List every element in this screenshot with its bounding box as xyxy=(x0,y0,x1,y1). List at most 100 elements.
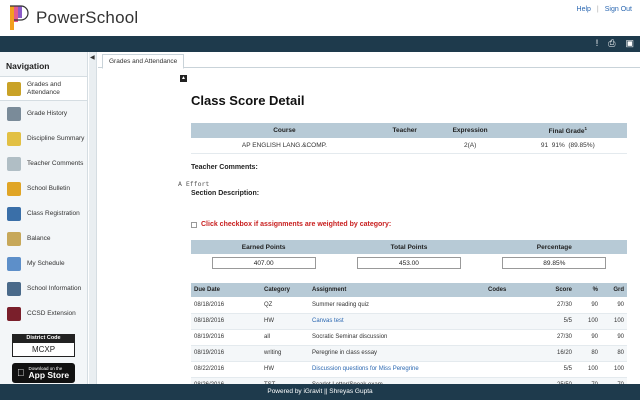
print-icon[interactable]: ⎙ xyxy=(608,38,615,49)
course-name: AP ENGLISH LANG.&COMP. xyxy=(191,138,378,154)
assignment-score: 25/50 xyxy=(535,377,575,384)
sidebar-item-label: School Information xyxy=(27,284,82,292)
assignment-score: 5/5 xyxy=(535,313,575,330)
sidebar-item-my-schedule[interactable]: My Schedule xyxy=(0,251,87,276)
info-icon xyxy=(7,281,21,296)
sidebar-item-label: Discipline Summary xyxy=(27,134,85,142)
expand-toggle-icon[interactable]: ▲ xyxy=(180,75,187,82)
assignment-codes xyxy=(485,297,535,314)
sidebar-item-school-information[interactable]: School Information xyxy=(0,276,87,301)
app-store-badge[interactable]:  Download on the App Store xyxy=(12,363,75,383)
assignment-name: Summer reading quiz xyxy=(309,297,485,314)
final-grade-footnote: 1 xyxy=(584,125,587,131)
assignment-score: 27/30 xyxy=(535,297,575,314)
history-icon xyxy=(7,106,21,121)
assignment-grade: 90 xyxy=(601,297,627,314)
percent-header[interactable]: % xyxy=(575,283,601,297)
powerschool-logo[interactable]: PowerSchool xyxy=(8,4,138,32)
page-title: Class Score Detail xyxy=(191,93,305,108)
earned-points-value: 407.00 xyxy=(211,257,316,269)
assignment-due-date: 08/18/2016 xyxy=(191,313,261,330)
sidebar-item-class-registration[interactable]: Class Registration xyxy=(0,201,87,226)
sidebar-item-grade-history[interactable]: Grade History xyxy=(0,101,87,126)
navigation-title: Navigation xyxy=(6,61,50,71)
navigation-sidebar: Navigation Grades and Attendance Grade Hi… xyxy=(0,52,88,384)
sidebar-item-school-bulletin[interactable]: School Bulletin xyxy=(0,176,87,201)
sidebar-item-balance[interactable]: Balance xyxy=(0,226,87,251)
assignment-percent: 90 xyxy=(575,297,601,314)
sidebar-item-label: School Bulletin xyxy=(27,184,70,192)
weighted-checkbox-label: Click checkbox if assignments are weight… xyxy=(201,221,392,228)
assignment-codes xyxy=(485,361,535,378)
district-code-box: District Code MCXP xyxy=(12,334,75,357)
sign-out-link[interactable]: Sign Out xyxy=(605,6,632,13)
assignments-table: Due Date Category Assignment Codes Score… xyxy=(191,283,627,384)
sidebar-item-label: Balance xyxy=(27,234,51,242)
teacher-comments-label: Teacher Comments: xyxy=(191,164,258,171)
assignment-due-date: 08/26/2016 xyxy=(191,377,261,384)
percentage-value: 89.85% xyxy=(502,257,607,269)
sidebar-item-teacher-comments[interactable]: Teacher Comments xyxy=(0,151,87,176)
assignment-row: 08/22/2016 HW Discussion questions for Mis… xyxy=(191,361,627,378)
sidebar-item-discipline-summary[interactable]: Discipline Summary xyxy=(0,126,87,151)
collapse-arrow-icon[interactable]: ◀ xyxy=(90,54,95,61)
sidebar-item-grades-and-attendance[interactable]: Grades and Attendance xyxy=(0,76,87,101)
fullscreen-icon[interactable]: ▣ xyxy=(625,38,634,49)
earned-points-cell: 407.00 xyxy=(191,254,336,272)
final-grade-label: Final Grade xyxy=(548,128,585,136)
assignment-category: all xyxy=(261,329,309,346)
assignment-category: QZ xyxy=(261,297,309,314)
category-header[interactable]: Category xyxy=(261,283,309,297)
sidebar-collapse-strip[interactable]: ◀ xyxy=(89,52,97,384)
bulletin-icon xyxy=(7,181,21,196)
assignment-percent: 100 xyxy=(575,361,601,378)
grades-icon xyxy=(7,81,21,96)
final-grade-value: 91 91% (89.85%) xyxy=(508,138,627,154)
assignment-category: HW xyxy=(261,313,309,330)
alert-icon[interactable]: ! xyxy=(596,38,599,49)
total-points-cell: 453.00 xyxy=(336,254,481,272)
help-link[interactable]: Help xyxy=(577,6,591,13)
assignment-grade: 90 xyxy=(601,329,627,346)
assignment-due-date: 08/19/2016 xyxy=(191,329,261,346)
assignment-name[interactable]: Discussion questions for Miss Peregrine xyxy=(309,361,485,378)
sidebar-item-label: Grades and Attendance xyxy=(27,81,61,96)
footer: Powered by iGravit || Shreyas Gupta xyxy=(0,384,640,400)
top-header: PowerSchool Help | Sign Out xyxy=(0,0,640,36)
final-grade-header: Final Grade1 xyxy=(508,123,627,138)
assignment-category: writing xyxy=(261,345,309,362)
apple-icon:  xyxy=(17,368,25,379)
assignment-codes xyxy=(485,377,535,384)
grade-header[interactable]: Grd xyxy=(601,283,627,297)
brand-name: PowerSchool xyxy=(36,8,139,27)
assignment-row: 08/18/2016 HW Canvas test 5/5 100 100 xyxy=(191,313,627,330)
assignment-score: 5/5 xyxy=(535,361,575,378)
toolbar-bar: ! ⎙ ▣ xyxy=(0,36,640,52)
link-separator: | xyxy=(596,6,599,13)
assignment-codes xyxy=(485,329,535,346)
score-header[interactable]: Score xyxy=(535,283,575,297)
due-date-header[interactable]: Due Date xyxy=(191,283,261,297)
assignment-row: 08/18/2016 QZ Summer reading quiz 27/30 90 90 xyxy=(191,297,627,314)
assignment-name[interactable]: Canvas test xyxy=(309,313,485,330)
assignment-percent: 100 xyxy=(575,313,601,330)
assignment-score: 16/20 xyxy=(535,345,575,362)
assignment-grade: 100 xyxy=(601,361,627,378)
points-table: Earned Points Total Points Percentage 40… xyxy=(191,240,627,272)
assignment-due-date: 08/18/2016 xyxy=(191,297,261,314)
district-code-value: MCXP xyxy=(12,342,75,357)
sidebar-item-ccsd-extension[interactable]: CCSD Extension xyxy=(0,301,87,326)
codes-header[interactable]: Codes xyxy=(485,283,535,297)
assignment-header[interactable]: Assignment xyxy=(309,283,485,297)
tab-bar: Grades and Attendance xyxy=(98,52,640,69)
sidebar-item-label: Class Registration xyxy=(27,209,80,217)
weighted-checkbox[interactable] xyxy=(191,221,197,228)
expression-header: Expression xyxy=(431,123,509,138)
sidebar-item-label: My Schedule xyxy=(27,259,65,267)
course-table: Course Teacher Expression Final Grade1 A… xyxy=(191,123,627,154)
assignment-grade: 70 xyxy=(601,377,627,384)
assignment-category: TST xyxy=(261,377,309,384)
district-code-label: District Code xyxy=(12,334,75,342)
assignment-due-date: 08/19/2016 xyxy=(191,345,261,362)
tab-grades-and-attendance[interactable]: Grades and Attendance xyxy=(102,54,185,69)
